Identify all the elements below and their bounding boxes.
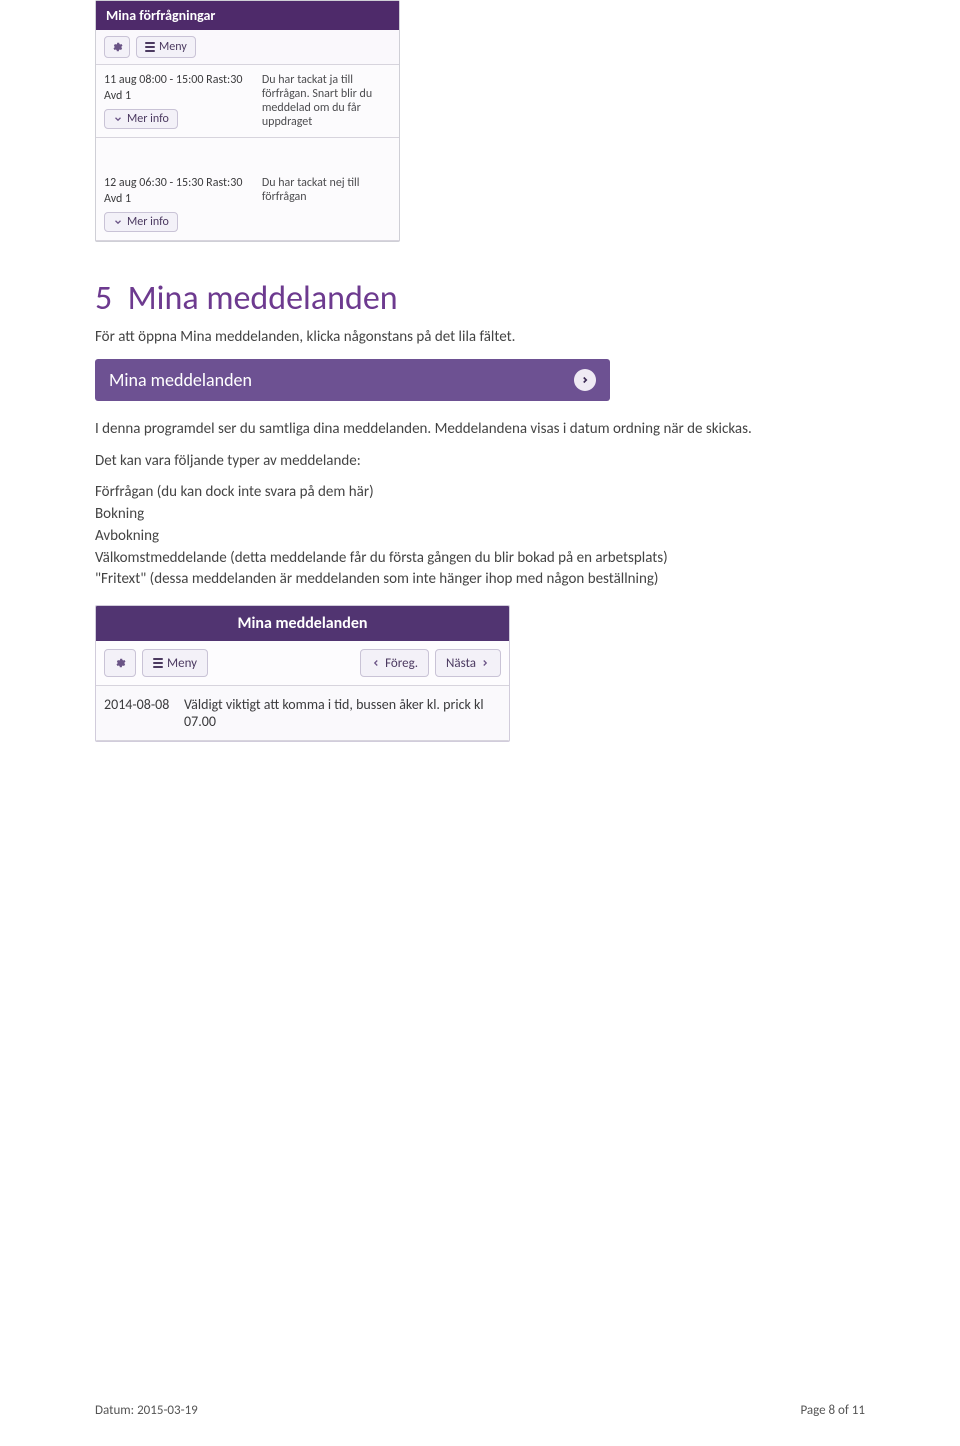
prev-label: Föreg. <box>385 656 418 671</box>
request-status: Du har tackat nej till förfrågan <box>262 176 391 232</box>
request-item: 12 aug 06:30 - 15:30 Rast:30 Avd 1 Mer i… <box>96 168 399 241</box>
list-item: Bokning <box>95 504 865 526</box>
gear-icon <box>111 41 123 53</box>
prev-button[interactable]: Föreg. <box>360 649 429 677</box>
messages-toolbar: Meny Föreg. Nästa <box>96 641 509 686</box>
next-label: Nästa <box>446 656 476 671</box>
chevron-down-icon <box>113 217 123 227</box>
messages-bar-label: Mina meddelanden <box>109 369 252 391</box>
messages-bar[interactable]: Mina meddelanden <box>95 359 610 401</box>
message-date: 2014-08-08 <box>104 696 184 730</box>
list-item: Förfrågan (du kan dock inte svara på dem… <box>95 482 865 504</box>
list-item: Välkomstmeddelande (detta meddelande får… <box>95 548 865 570</box>
next-button[interactable]: Nästa <box>435 649 501 677</box>
request-time: 12 aug 06:30 - 15:30 Rast:30 <box>104 176 262 190</box>
section-p2: Det kan vara följande typer av meddeland… <box>95 451 865 473</box>
chevron-left-icon <box>371 658 381 668</box>
more-info-label: Mer info <box>127 112 169 126</box>
section-p1: I denna programdel ser du samtliga dina … <box>95 419 865 441</box>
gear-icon <box>114 657 126 669</box>
hamburger-icon <box>145 40 155 54</box>
chevron-right-icon <box>480 658 490 668</box>
menu-button[interactable]: Meny <box>136 36 196 58</box>
chevron-down-icon <box>113 114 123 124</box>
messages-panel: Mina meddelanden Meny Föreg. Nästa <box>95 605 510 742</box>
footer-date: Datum: 2015-03-19 <box>95 1403 198 1418</box>
request-status: Du har tackat ja till förfrågan. Snart b… <box>262 73 391 129</box>
more-info-button[interactable]: Mer info <box>104 109 178 129</box>
requests-toolbar: Meny <box>96 30 399 65</box>
list-item: "Fritext" (dessa meddelanden är meddelan… <box>95 569 865 591</box>
message-types-list: Förfrågan (du kan dock inte svara på dem… <box>95 482 865 591</box>
request-item: 11 aug 08:00 - 15:00 Rast:30 Avd 1 Mer i… <box>96 65 399 138</box>
more-info-button[interactable]: Mer info <box>104 212 178 232</box>
message-text: Väldigt viktigt att komma i tid, bussen … <box>184 696 501 730</box>
menu-button[interactable]: Meny <box>142 649 208 677</box>
more-info-label: Mer info <box>127 215 169 229</box>
messages-panel-title: Mina meddelanden <box>96 606 509 641</box>
request-dept: Avd 1 <box>104 192 262 206</box>
list-item: Avbokning <box>95 526 865 548</box>
message-row[interactable]: 2014-08-08 Väldigt viktigt att komma i t… <box>96 686 509 741</box>
hamburger-icon <box>153 656 163 670</box>
settings-button[interactable] <box>104 36 130 58</box>
menu-button-label: Meny <box>159 40 187 54</box>
requests-panel-title: Mina förfrågningar <box>96 1 399 30</box>
settings-button[interactable] <box>104 649 136 677</box>
request-time: 11 aug 08:00 - 15:00 Rast:30 <box>104 73 262 87</box>
requests-panel: Mina förfrågningar Meny 11 aug 08:00 - 1… <box>95 0 400 242</box>
section-intro: För att öppna Mina meddelanden, klicka n… <box>95 327 865 349</box>
page-footer: Datum: 2015-03-19 Page 8 of 11 <box>95 1403 865 1418</box>
footer-page: Page 8 of 11 <box>800 1403 865 1418</box>
request-dept: Avd 1 <box>104 89 262 103</box>
menu-button-label: Meny <box>167 656 197 671</box>
chevron-right-icon <box>574 369 596 391</box>
section-heading: 5 Mina meddelanden <box>95 278 865 319</box>
